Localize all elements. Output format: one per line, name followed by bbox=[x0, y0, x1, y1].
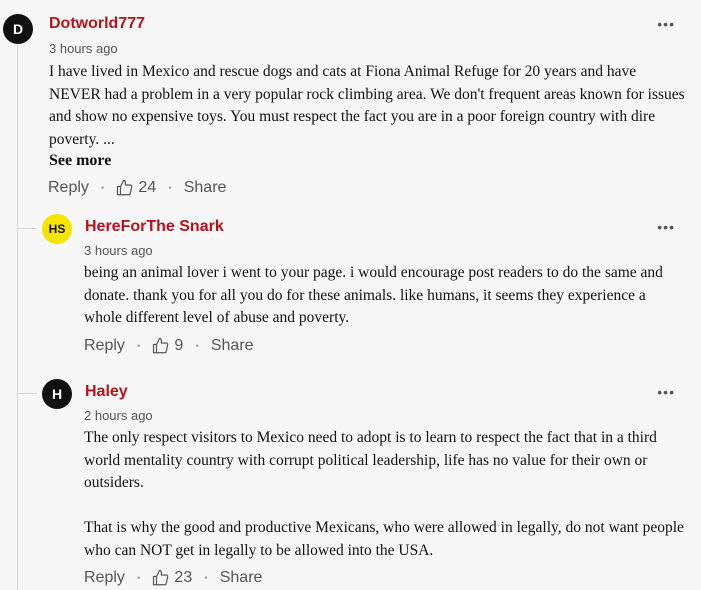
thumbs-up-icon bbox=[153, 337, 169, 354]
separator-dot: • bbox=[195, 340, 199, 352]
more-options-icon[interactable]: ••• bbox=[657, 17, 675, 31]
like-count: 9 bbox=[174, 337, 184, 354]
share-button[interactable]: Share bbox=[211, 337, 254, 355]
comment-timestamp: 3 hours ago bbox=[84, 243, 153, 258]
avatar-initials: H bbox=[51, 386, 63, 402]
comment-username[interactable]: Dotworld777 bbox=[49, 15, 145, 33]
comment-text: I have lived in Mexico and rescue dogs a… bbox=[49, 63, 685, 148]
like-button[interactable]: 9 bbox=[152, 337, 183, 355]
reply-button[interactable]: Reply bbox=[84, 569, 125, 587]
comment-text: being an animal lover i went to your pag… bbox=[84, 264, 663, 326]
comment-username[interactable]: HereForThe Snark bbox=[85, 218, 224, 236]
comment-actions: Reply • 9 • Share bbox=[84, 337, 254, 355]
like-count: 23 bbox=[174, 569, 193, 586]
comment-timestamp: 2 hours ago bbox=[84, 408, 153, 423]
more-options-icon[interactable]: ••• bbox=[657, 385, 675, 399]
comment-actions: Reply • 23 • Share bbox=[84, 569, 262, 587]
share-button[interactable]: Share bbox=[220, 569, 263, 587]
reply-connector bbox=[17, 393, 37, 394]
thread-line bbox=[17, 44, 18, 590]
see-more-link[interactable]: See more bbox=[49, 152, 111, 170]
reply-button[interactable]: Reply bbox=[84, 337, 125, 355]
separator-dot: • bbox=[136, 340, 141, 352]
reply-connector bbox=[17, 228, 37, 229]
avatar[interactable]: H bbox=[42, 379, 72, 409]
more-options-icon[interactable]: ••• bbox=[657, 220, 675, 234]
thumbs-up-icon bbox=[153, 569, 169, 586]
reply-button[interactable]: Reply bbox=[48, 179, 89, 197]
separator-dot: • bbox=[204, 572, 208, 584]
thumbs-up-icon bbox=[117, 179, 133, 196]
comment-timestamp: 3 hours ago bbox=[49, 41, 118, 56]
share-button[interactable]: Share bbox=[184, 179, 227, 197]
avatar-initials: D bbox=[12, 21, 24, 37]
like-button[interactable]: 24 bbox=[116, 179, 156, 197]
avatar-initials: HS bbox=[48, 222, 66, 236]
like-button[interactable]: 23 bbox=[152, 569, 192, 587]
separator-dot: • bbox=[136, 572, 141, 584]
like-count: 24 bbox=[138, 179, 157, 196]
separator-dot: • bbox=[100, 182, 105, 194]
avatar[interactable]: HS bbox=[42, 214, 72, 244]
separator-dot: • bbox=[168, 182, 172, 194]
comment-username[interactable]: Haley bbox=[85, 383, 128, 401]
avatar[interactable]: D bbox=[3, 14, 33, 44]
comment-text: The only respect visitors to Mexico need… bbox=[84, 429, 684, 559]
comment-actions: Reply • 24 • Share bbox=[48, 179, 226, 197]
